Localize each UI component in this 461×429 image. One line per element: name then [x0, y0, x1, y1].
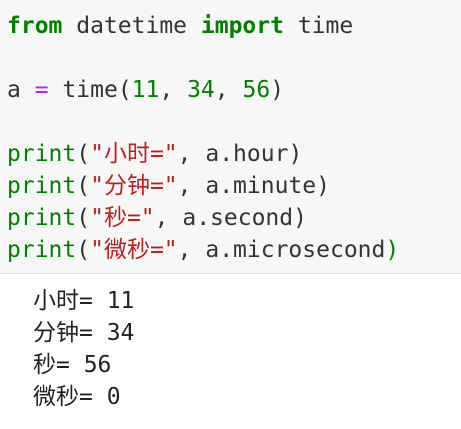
variable-a: a [7, 77, 35, 103]
keyword-import: import [200, 13, 284, 39]
print-builtin: print [7, 237, 77, 263]
code-line-print-hour: print("小时=", a.hour) [7, 138, 461, 170]
close-paren: ) [288, 141, 303, 167]
string-literal: "小时=" [90, 141, 178, 167]
notebook-cell: from datetime import time a = time(11, 3… [0, 0, 461, 429]
assign-operator: = [34, 77, 49, 103]
print-args: , a.second [154, 205, 294, 231]
print-args: , a.minute [177, 173, 317, 199]
code-line-print-second: print("秒=", a.second) [7, 202, 461, 234]
imported-name: time [283, 13, 354, 39]
arg-minute: 34 [187, 77, 215, 103]
arg-separator: , [159, 77, 188, 103]
code-line-print-microsecond: print("微秒=", a.microsecond) [7, 234, 461, 266]
print-args: , a.hour [177, 141, 289, 167]
string-literal: "秒=" [90, 205, 155, 231]
output-line-microsecond: 微秒= 0 [33, 384, 121, 410]
code-input-area[interactable]: from datetime import time a = time(11, 3… [0, 0, 461, 273]
module-name: datetime [62, 13, 201, 39]
open-paren: ( [76, 237, 91, 263]
open-paren: ( [76, 173, 91, 199]
string-literal: "微秒=" [90, 237, 178, 263]
arg-separator: , [214, 77, 243, 103]
keyword-from: from [7, 13, 63, 39]
print-builtin: print [7, 205, 77, 231]
string-literal: "分钟=" [90, 173, 178, 199]
arg-hour: 11 [131, 77, 160, 103]
output-line-hour: 小时= 11 [33, 288, 135, 314]
print-builtin: print [7, 173, 77, 199]
arg-second: 56 [242, 77, 271, 103]
matched-close-paren: ) [385, 237, 400, 263]
output-line-minute: 分钟= 34 [33, 320, 135, 346]
close-paren: ) [293, 205, 307, 231]
print-builtin: print [7, 141, 77, 167]
cell-output-area: 小时= 11 分钟= 34 秒= 56 微秒= 0 [0, 285, 461, 413]
code-line-blank-2 [7, 106, 461, 138]
output-line-second: 秒= 56 [33, 352, 112, 378]
open-paren: ( [76, 205, 91, 231]
input-output-divider [0, 273, 461, 274]
open-paren: ( [76, 141, 91, 167]
code-line-print-minute: print("分钟=", a.minute) [7, 170, 461, 202]
close-paren: ) [270, 77, 285, 103]
open-paren: ( [117, 77, 132, 103]
code-line-import: from datetime import time [7, 10, 461, 42]
code-line-blank-1 [7, 42, 461, 74]
print-args: , a.microsecond [177, 237, 386, 263]
time-call: time [48, 77, 118, 103]
code-line-assign: a = time(11, 34, 56) [7, 74, 461, 106]
close-paren: ) [316, 173, 330, 199]
